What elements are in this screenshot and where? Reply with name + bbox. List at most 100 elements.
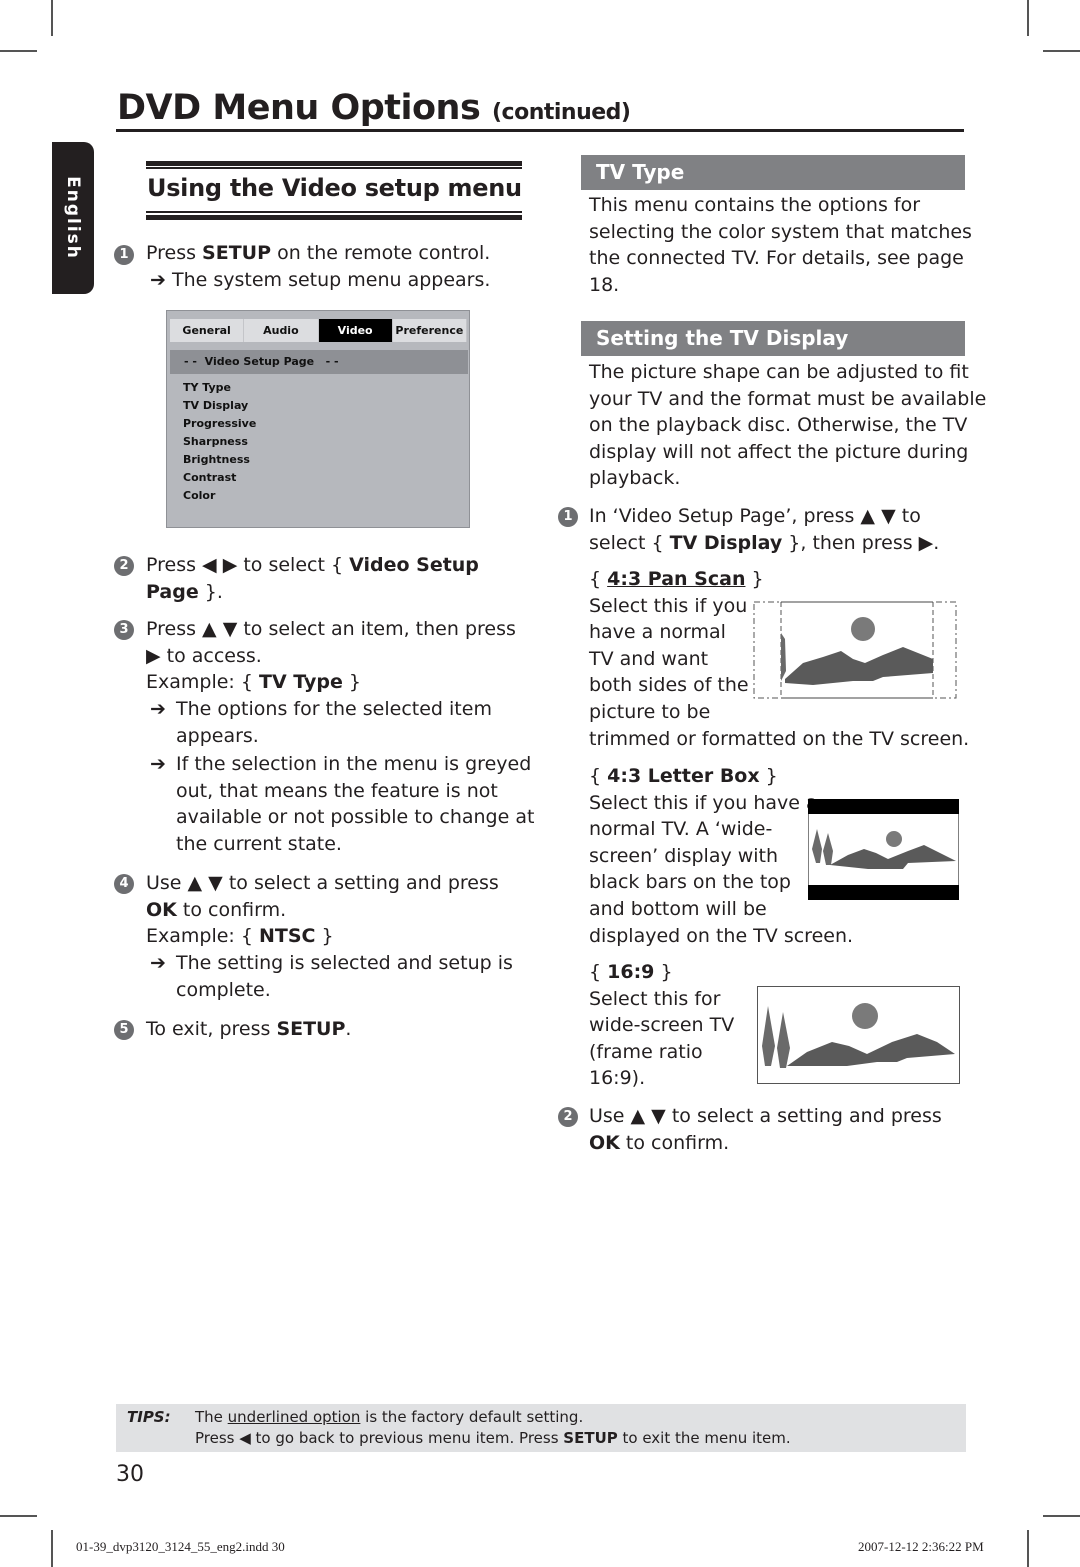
- menu-tab-audio: Audio: [244, 319, 319, 342]
- footer-timestamp: 2007-12-12 2:36:22 PM: [858, 1539, 984, 1554]
- text: available or not possible to change at: [176, 806, 535, 829]
- mountains-icon: [785, 647, 933, 685]
- option-name: Page: [146, 580, 199, 603]
- text: If the selection in the menu is greyed: [176, 753, 532, 775]
- example: Example: { NTSC }: [146, 923, 499, 950]
- language-label: English: [63, 176, 83, 260]
- menu-item: TV Display: [183, 399, 249, 412]
- text: display will not affect the picture duri…: [589, 440, 969, 463]
- letter-box-illustration: [808, 799, 959, 900]
- crop-mark: [51, 1530, 53, 1567]
- crop-mark: [51, 0, 53, 36]
- text: select {: [589, 531, 670, 554]
- crop-mark: [1043, 1515, 1080, 1517]
- section-rule: [146, 167, 522, 169]
- page-title-suffix: (continued): [491, 100, 631, 125]
- tv-display-body: The picture shape can be adjusted to fit…: [589, 359, 986, 492]
- crop-mark: [1027, 1530, 1029, 1567]
- pan-scan-illustration: [753, 601, 957, 699]
- step-3-result-1: ➔ The options for the selected item appe…: [150, 696, 492, 749]
- text: The system setup menu appears.: [171, 269, 491, 291]
- text: (frame ratio: [589, 1040, 703, 1063]
- key-setup: SETUP: [202, 242, 272, 264]
- crop-mark: [0, 1515, 37, 1517]
- tv-display-heading: Setting the TV Display: [581, 321, 965, 356]
- text: is the factory default setting.: [360, 1408, 584, 1426]
- option-16-9: { 16:9 } Select this for wide-screen TV …: [589, 959, 734, 1092]
- text: displayed on the TV screen.: [589, 924, 854, 947]
- step-1-result: ➔ The system setup menu appears.: [150, 267, 490, 294]
- text: Press ▲ ▼ to select an item, then press: [146, 618, 516, 640]
- footer-filename: 01-39_dvp3120_3124_55_eng2.indd 30: [76, 1539, 285, 1554]
- text: trimmed or formatted on the TV screen.: [589, 727, 970, 750]
- text: the current state.: [176, 832, 342, 855]
- tips-line-1: The underlined option is the factory def…: [195, 1408, 583, 1426]
- sun-icon: [852, 1003, 878, 1029]
- text: Select this for: [589, 987, 721, 1010]
- text: selecting the color system that matches: [589, 220, 972, 243]
- step-3-result-2: ➔ If the selection in the menu is greyed…: [150, 751, 534, 857]
- key-ok: OK: [146, 898, 177, 921]
- tv-type-body: This menu contains the options for selec…: [589, 192, 972, 298]
- text: 16:9).: [589, 1067, 646, 1090]
- arrow-right-icon: ➔: [150, 753, 166, 775]
- step-number-badge: 2: [114, 556, 134, 576]
- option-name: 4:3 Letter Box: [607, 765, 760, 787]
- arrow-right-icon: ➔: [150, 698, 166, 720]
- text: The picture shape can be adjusted to fit: [589, 361, 969, 383]
- text: Press ◀ to go back to previous menu item…: [195, 1429, 564, 1447]
- step-2-text: Press ◀ ▶ to select { Video Setup Page }…: [146, 552, 479, 605]
- arrow-right-icon: ➔: [150, 269, 172, 291]
- sun-icon: [851, 617, 875, 641]
- option-name-default: 4:3 Pan Scan: [607, 568, 746, 590]
- text: }.: [198, 580, 223, 603]
- text: }, then press ▶.: [782, 531, 940, 554]
- crop-mark: [0, 50, 37, 52]
- language-tab: English: [52, 142, 94, 294]
- option-name: Video Setup: [349, 554, 479, 576]
- text: In ‘Video Setup Page’, press ▲ ▼ to: [589, 505, 921, 527]
- text: Example: {: [146, 925, 259, 948]
- title-divider: [116, 129, 964, 132]
- underlined-example: underlined option: [227, 1408, 361, 1426]
- crop-mark: [1043, 50, 1080, 52]
- text: .: [345, 1018, 352, 1040]
- text: out, that means the feature is not: [176, 779, 498, 802]
- black-bar-top: [808, 799, 959, 814]
- menu-tab-preference: Preference: [392, 319, 467, 342]
- menu-item: Progressive: [183, 417, 257, 430]
- text: Press ◀ ▶ to select {: [146, 554, 350, 576]
- setup-menu-items: TY Type TV Display Progressive Sharpness…: [183, 379, 256, 505]
- black-bar-bottom: [808, 885, 959, 900]
- page-title-text: DVD Menu Options: [117, 88, 481, 128]
- text: Use ▲ ▼ to select a setting and press: [589, 1105, 942, 1127]
- text: to confirm.: [176, 898, 287, 921]
- step-3-text: Press ▲ ▼ to select an item, then press …: [146, 616, 516, 696]
- setup-menu-page-header: - - Video Setup Page - -: [170, 350, 468, 374]
- text: on the playback disc. Otherwise, the TV: [589, 414, 968, 437]
- tv-display-step-2: Use ▲ ▼ to select a setting and press OK…: [589, 1103, 942, 1156]
- key-setup: SETUP: [563, 1429, 618, 1447]
- arrow-right-icon: ➔: [150, 952, 166, 974]
- wide-screen-illustration: [757, 986, 960, 1084]
- step-1-text: Press SETUP on the remote control.: [146, 240, 490, 267]
- step-number-badge: 5: [114, 1020, 134, 1040]
- text: Press: [146, 242, 203, 264]
- text: This menu contains the options for: [589, 194, 921, 216]
- text: picture to be: [589, 700, 711, 723]
- key-setup: SETUP: [276, 1018, 346, 1040]
- option-name: TV Display: [669, 531, 783, 554]
- step-number-badge: 2: [558, 1107, 578, 1127]
- tv-type-heading: TV Type: [581, 155, 965, 190]
- tips-label: TIPS:: [127, 1408, 171, 1426]
- text: to exit the menu item.: [617, 1429, 791, 1447]
- text: The: [195, 1408, 228, 1426]
- menu-tab-general: General: [170, 319, 245, 342]
- step-4-result: ➔ The setting is selected and setup is c…: [150, 950, 513, 1003]
- option-name: 16:9: [607, 961, 655, 983]
- text: To exit, press: [146, 1018, 277, 1040]
- key-ok: OK: [589, 1131, 620, 1154]
- setup-menu-tabs: General Audio Video Preference: [170, 319, 467, 342]
- step-5-text: To exit, press SETUP.: [146, 1016, 351, 1043]
- menu-item: Brightness: [183, 453, 250, 466]
